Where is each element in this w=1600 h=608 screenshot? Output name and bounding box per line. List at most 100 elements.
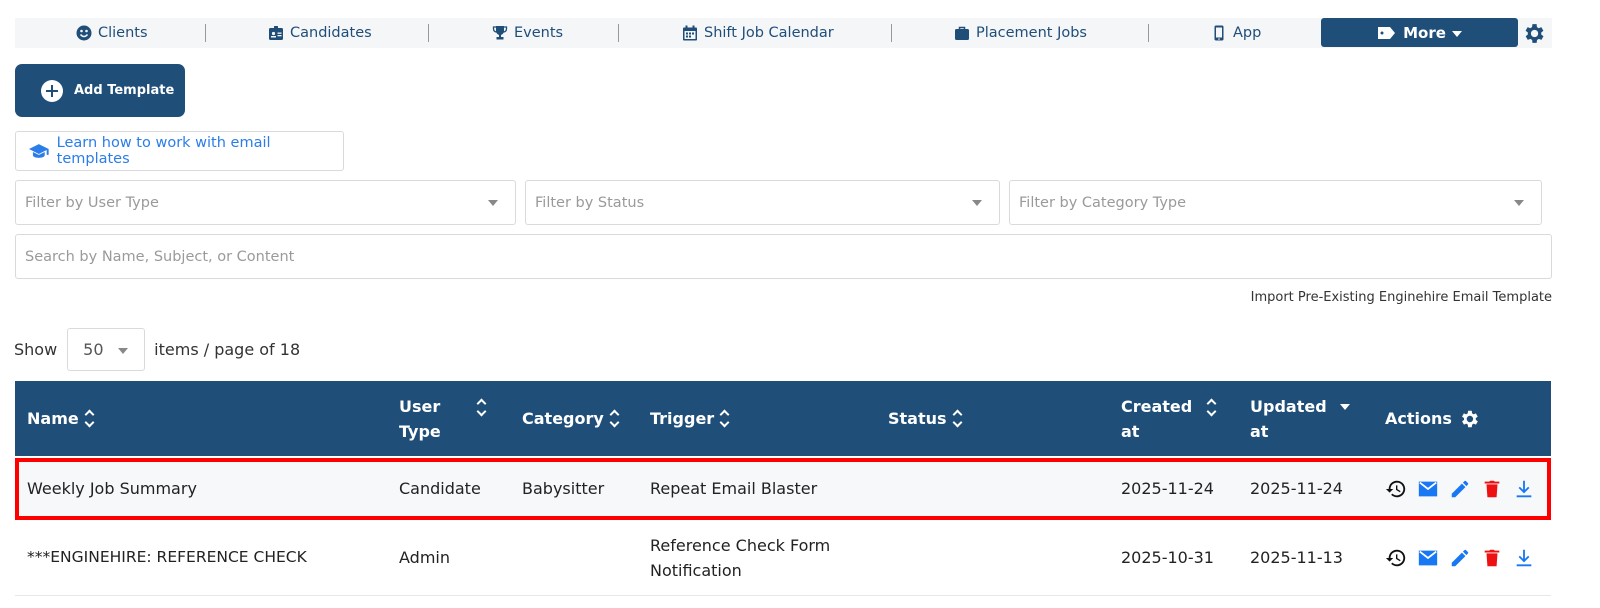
cell-name[interactable]: Weekly Job Summary — [27, 458, 197, 519]
gear-icon[interactable] — [1521, 21, 1546, 46]
filter-user-type-placeholder: Filter by User Type — [25, 194, 159, 211]
header-label: User Type — [399, 396, 441, 441]
filter-category-placeholder: Filter by Category Type — [1019, 194, 1187, 211]
download-icon[interactable] — [1513, 478, 1535, 500]
nav-label: Placement Jobs — [976, 25, 1087, 41]
pagination-suffix: items / page of 18 — [154, 340, 301, 359]
nav-app[interactable]: App — [1211, 18, 1261, 48]
cell-name[interactable]: ***ENGINEHIRE: REFERENCE CHECK — [27, 520, 307, 595]
more-menu-button[interactable]: More — [1321, 18, 1518, 47]
nav-label: Shift Job Calendar — [704, 25, 834, 41]
nav-divider — [1148, 24, 1149, 42]
download-icon[interactable] — [1513, 547, 1535, 569]
history-icon[interactable] — [1385, 547, 1407, 569]
filter-status-placeholder: Filter by Status — [535, 194, 645, 211]
column-header-updated-at[interactable]: Updated at — [1250, 381, 1350, 456]
cell-trigger: Reference Check Form Notification — [650, 535, 831, 580]
chevron-down-icon — [1514, 200, 1524, 206]
cell-trigger: Repeat Email Blaster — [650, 479, 818, 498]
nav-label: Candidates — [290, 25, 372, 41]
tags-icon — [1378, 26, 1396, 39]
nav-divider — [428, 24, 429, 42]
filter-user-type-select[interactable]: Filter by User Type — [15, 180, 516, 225]
edit-pencil-icon[interactable] — [1449, 478, 1471, 500]
learn-email-templates-link[interactable]: Learn how to work with email templates — [15, 131, 344, 171]
column-header-trigger[interactable]: Trigger — [650, 381, 730, 456]
table-row[interactable]: ***ENGINEHIRE: REFERENCE CHECK Admin Ref… — [15, 520, 1551, 596]
cell-updated-at: 2025-11-24 — [1250, 479, 1343, 498]
edit-pencil-icon[interactable] — [1449, 547, 1471, 569]
cell-user-type: Candidate — [399, 479, 481, 498]
column-header-category[interactable]: Category — [522, 381, 620, 456]
table-row[interactable]: Weekly Job Summary Candidate Babysitter … — [15, 458, 1551, 520]
id-badge-icon — [269, 26, 283, 40]
add-template-label: Add Template — [74, 83, 175, 98]
header-label: Created at — [1121, 396, 1193, 441]
import-template-link[interactable]: Import Pre-Existing Enginehire Email Tem… — [1251, 290, 1552, 305]
gear-icon[interactable] — [1458, 408, 1480, 430]
column-header-actions: Actions — [1385, 381, 1480, 456]
chevron-down-icon — [488, 200, 498, 206]
header-label: Updated at — [1250, 396, 1327, 441]
sort-icon — [953, 411, 963, 427]
header-label: Trigger — [650, 409, 715, 428]
row-actions — [1385, 458, 1535, 519]
search-input[interactable]: Search by Name, Subject, or Content — [15, 234, 1552, 279]
filter-category-select[interactable]: Filter by Category Type — [1009, 180, 1542, 225]
sort-icon — [720, 411, 730, 427]
sort-icon — [477, 400, 487, 416]
learn-label: Learn how to work with email templates — [56, 135, 271, 167]
nav-label: Clients — [98, 25, 148, 41]
briefcase-icon — [955, 26, 969, 40]
nav-events[interactable]: Events — [492, 18, 563, 48]
trash-icon[interactable] — [1481, 547, 1503, 569]
nav-candidates[interactable]: Candidates — [268, 18, 372, 48]
nav-label: App — [1233, 25, 1262, 41]
calendar-icon — [683, 25, 697, 41]
email-icon[interactable] — [1417, 547, 1439, 569]
header-label: Name — [27, 409, 79, 428]
page-size-value: 50 — [83, 340, 104, 359]
cell-category: Babysitter — [522, 479, 605, 498]
top-navigation: Clients Candidates Events Shift Job Cale… — [15, 18, 1552, 48]
filter-status-select[interactable]: Filter by Status — [525, 180, 1000, 225]
add-template-button[interactable]: Add Template — [15, 64, 185, 117]
trophy-icon — [492, 26, 508, 40]
nav-shift-job-calendar[interactable]: Shift Job Calendar — [682, 18, 834, 48]
column-header-created-at[interactable]: Created at — [1121, 381, 1217, 456]
cell-created-at: 2025-11-24 — [1121, 479, 1214, 498]
nav-divider — [618, 24, 619, 42]
nav-clients[interactable]: Clients — [76, 18, 148, 48]
header-label: Actions — [1385, 409, 1452, 428]
sort-desc-icon — [1340, 403, 1350, 410]
column-header-user-type[interactable]: User Type — [399, 381, 487, 456]
header-label: Status — [888, 409, 947, 428]
cell-user-type: Admin — [399, 548, 450, 567]
templates-table: Name User Type Category Trigger Status C… — [15, 381, 1551, 596]
history-icon[interactable] — [1385, 478, 1407, 500]
smiley-icon — [76, 25, 92, 41]
page-size-select[interactable]: 50 — [67, 328, 146, 371]
email-icon[interactable] — [1417, 478, 1439, 500]
nav-divider — [205, 24, 206, 42]
graduation-cap-icon — [29, 144, 49, 158]
nav-label: Events — [514, 25, 564, 41]
nav-divider — [891, 24, 892, 42]
mobile-icon — [1214, 25, 1224, 41]
column-header-status[interactable]: Status — [888, 381, 963, 456]
chevron-down-icon — [972, 200, 982, 206]
chevron-down-icon — [1451, 30, 1462, 37]
show-label: Show — [14, 340, 58, 359]
more-label: More — [1403, 23, 1446, 42]
cell-updated-at: 2025-11-13 — [1250, 548, 1343, 567]
sort-icon — [1207, 400, 1217, 416]
column-header-name[interactable]: Name — [27, 381, 95, 456]
chevron-down-icon — [118, 348, 129, 354]
cell-created-at: 2025-10-31 — [1121, 548, 1214, 567]
nav-placement-jobs[interactable]: Placement Jobs — [954, 18, 1087, 48]
pagination-control: Show 50 items / page of 18 — [14, 328, 300, 371]
search-placeholder: Search by Name, Subject, or Content — [25, 248, 295, 265]
trash-icon[interactable] — [1481, 478, 1503, 500]
plus-circle-icon — [41, 79, 63, 102]
row-actions — [1385, 520, 1535, 595]
